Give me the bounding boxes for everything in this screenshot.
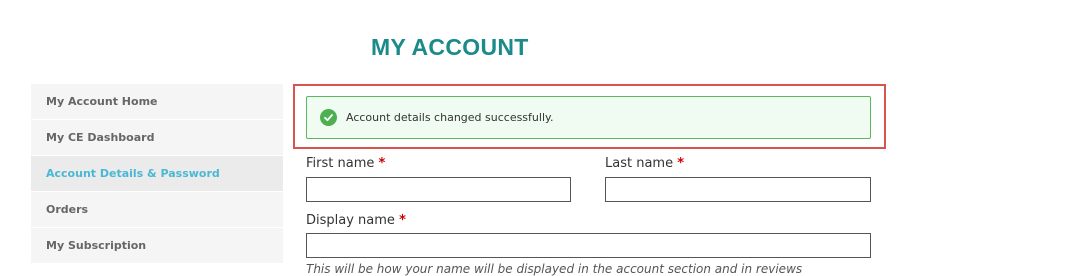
display-name-label: Display name * xyxy=(306,213,406,228)
first-name-label: First name * xyxy=(306,156,385,171)
required-marker: * xyxy=(378,156,386,171)
required-marker: * xyxy=(677,156,685,171)
account-sidebar-nav: My Account Home My CE Dashboard Account … xyxy=(31,84,283,270)
last-name-label-text: Last name xyxy=(605,156,674,171)
sidebar-item-account-details[interactable]: Account Details & Password xyxy=(31,156,283,191)
alert-message: Account details changed successfully. xyxy=(346,111,554,124)
check-circle-icon xyxy=(320,109,337,126)
last-name-label: Last name * xyxy=(605,156,684,171)
last-name-input[interactable] xyxy=(605,177,871,202)
first-name-label-text: First name xyxy=(306,156,375,171)
sidebar-item-my-subscription[interactable]: My Subscription xyxy=(31,228,283,263)
display-name-input[interactable] xyxy=(306,233,871,258)
display-name-hint: This will be how your name will be displ… xyxy=(306,262,803,276)
sidebar-item-my-ce-dashboard[interactable]: My CE Dashboard xyxy=(31,120,283,155)
display-name-label-text: Display name xyxy=(306,213,395,228)
first-name-input[interactable] xyxy=(306,177,571,202)
page-title: MY ACCOUNT xyxy=(371,34,529,60)
required-marker: * xyxy=(399,213,406,228)
sidebar-item-my-account-home[interactable]: My Account Home xyxy=(31,84,283,119)
success-alert: Account details changed successfully. xyxy=(306,96,871,139)
sidebar-item-orders[interactable]: Orders xyxy=(31,192,283,227)
